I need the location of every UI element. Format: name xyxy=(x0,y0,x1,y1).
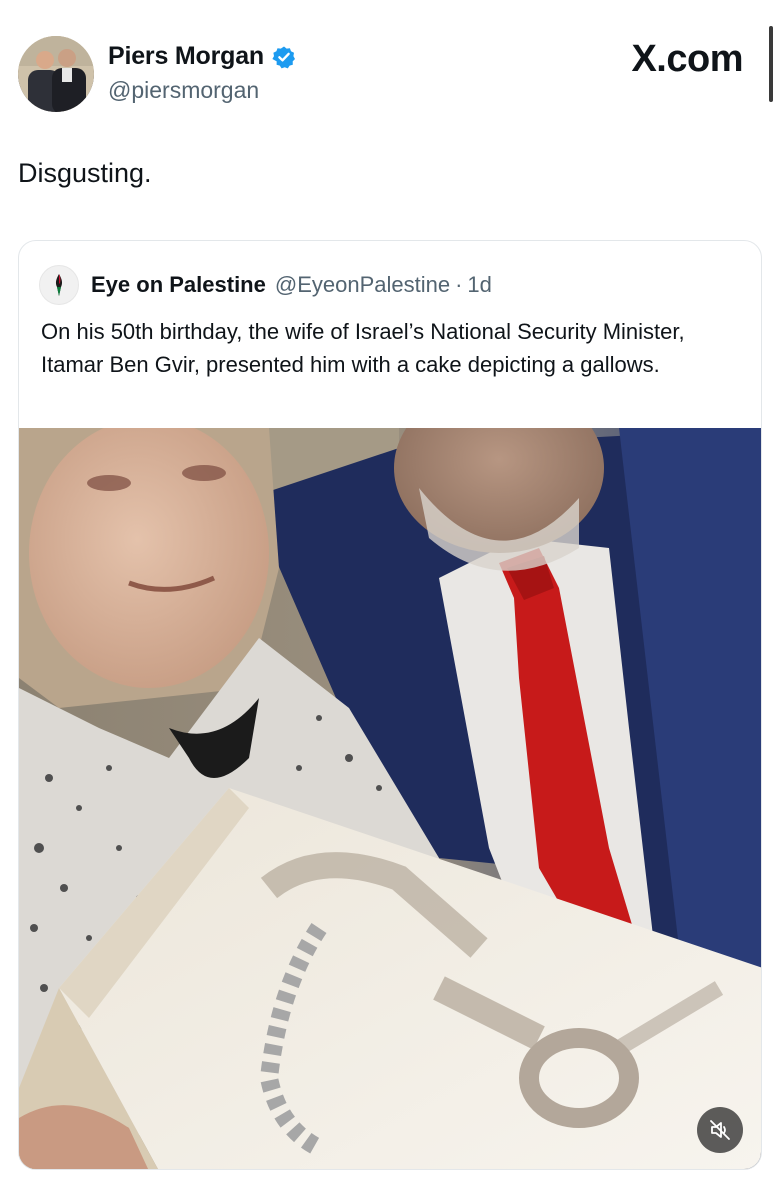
author-handle[interactable]: @piersmorgan xyxy=(108,77,296,104)
author-info: Piers Morgan @piersmorgan xyxy=(108,42,296,104)
quoted-author-handle[interactable]: @EyeonPalestine xyxy=(275,272,450,298)
quoted-post-separator: · xyxy=(455,272,463,297)
quoted-post-text: On his 50th birthday, the wife of Israel… xyxy=(41,319,685,377)
quoted-post-timestamp[interactable]: 1d xyxy=(467,272,491,298)
site-logo: X.com xyxy=(631,38,743,80)
quoted-post-card[interactable]: Eye on Palestine @EyeonPalestine · 1d On… xyxy=(18,240,762,1170)
post-text: Disgusting. xyxy=(18,158,152,188)
video-frame-image xyxy=(19,428,761,1169)
eye-on-palestine-logo-icon xyxy=(55,274,63,296)
mute-button[interactable] xyxy=(697,1107,743,1153)
speaker-muted-icon xyxy=(710,1120,730,1140)
quoted-author-name[interactable]: Eye on Palestine xyxy=(91,272,266,298)
author-avatar[interactable] xyxy=(18,36,94,112)
quoted-author-avatar[interactable] xyxy=(39,265,79,305)
author-avatar-image xyxy=(18,36,94,112)
scrollbar[interactable] xyxy=(769,26,773,102)
verified-badge-icon xyxy=(272,46,295,68)
author-name[interactable]: Piers Morgan xyxy=(108,42,264,71)
screenshot-page: Piers Morgan @piersmorgan X.com Disgusti… xyxy=(0,0,781,1200)
quoted-post-header: Eye on Palestine @EyeonPalestine · 1d xyxy=(39,265,492,305)
quoted-post-video[interactable] xyxy=(19,428,761,1169)
